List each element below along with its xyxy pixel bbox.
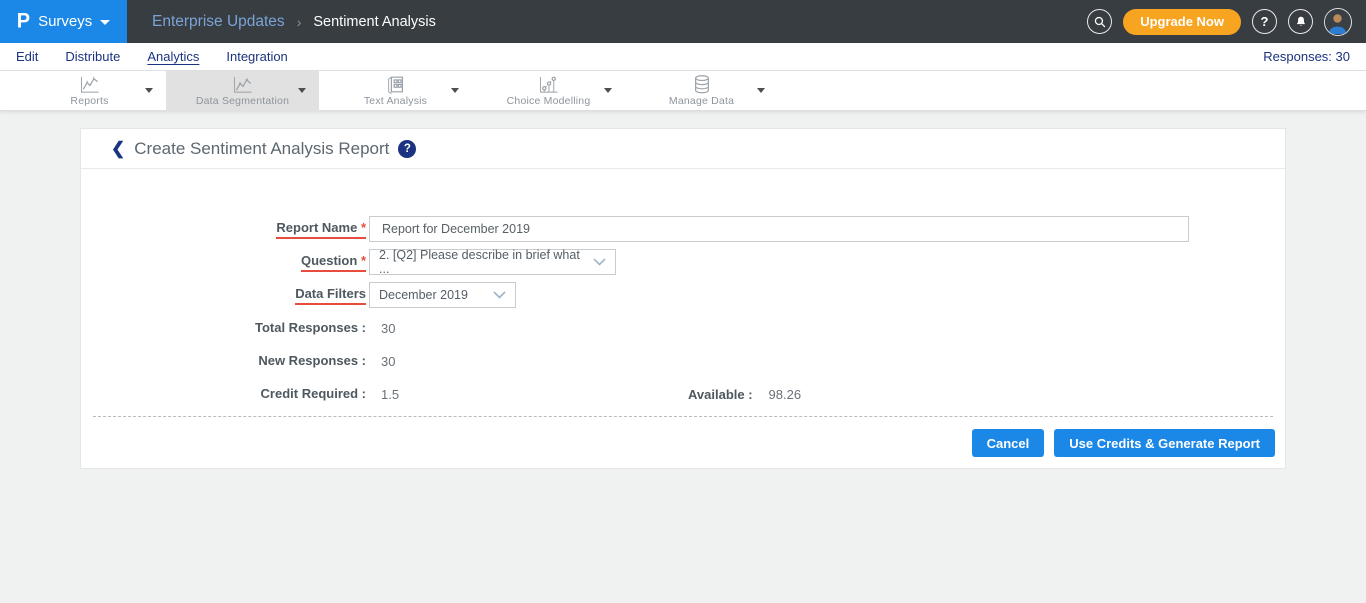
- question-label: Question *: [301, 253, 366, 272]
- chevron-down-icon: [493, 291, 506, 299]
- credit-required-value: 1.5: [381, 387, 688, 402]
- toolbar-item-label: Choice Modelling: [507, 95, 591, 107]
- toolbar-item-label: Data Segmentation: [196, 95, 289, 107]
- nav-item-distribute[interactable]: Distribute: [65, 49, 120, 64]
- create-report-panel: ❮ Create Sentiment Analysis Report ? Rep…: [80, 128, 1286, 469]
- question-select[interactable]: 2. [Q2] Please describe in brief what ..…: [369, 249, 616, 275]
- chevron-down-icon: [100, 20, 110, 25]
- topbar-actions: Upgrade Now ?: [1087, 8, 1366, 36]
- toolbar-item-reports[interactable]: Reports: [13, 71, 166, 111]
- toolbar-item-label: Reports: [70, 95, 108, 107]
- report-name-label: Report Name *: [276, 220, 366, 239]
- toolbar-item-label: Text Analysis: [364, 95, 427, 107]
- nav-item-analytics[interactable]: Analytics: [147, 49, 199, 64]
- panel-header: ❮ Create Sentiment Analysis Report ?: [81, 129, 1285, 169]
- credit-required-label: Credit Required :: [261, 386, 366, 401]
- breadcrumb: Enterprise Updates › Sentiment Analysis: [152, 13, 436, 31]
- report-form: Report Name * Question * 2. [Q2] Please …: [81, 169, 1285, 407]
- report-name-row: Report Name *: [81, 216, 1285, 242]
- question-help-icon[interactable]: ?: [398, 140, 416, 158]
- available-label: Available :: [688, 387, 753, 402]
- toolbar-item-manage-data[interactable]: Manage Data: [625, 71, 778, 111]
- survey-nav: Edit Distribute Analytics Integration Re…: [0, 43, 1366, 71]
- breadcrumb-parent[interactable]: Enterprise Updates: [152, 13, 285, 31]
- scatter-chart-icon: [231, 75, 255, 94]
- generate-report-button[interactable]: Use Credits & Generate Report: [1054, 429, 1275, 457]
- data-filters-row: Data Filters December 2019: [81, 282, 1285, 308]
- question-selected-value: 2. [Q2] Please describe in brief what ..…: [379, 248, 593, 276]
- total-responses-value: 30: [381, 321, 395, 336]
- help-button[interactable]: ?: [1252, 9, 1277, 34]
- analytics-toolbar: Reports Data Segmentation Text Analysis: [0, 71, 1366, 111]
- available-value: 98.26: [769, 387, 802, 402]
- bell-icon: [1294, 15, 1308, 29]
- new-responses-row: New Responses : 30: [81, 348, 1285, 374]
- search-icon: [1093, 15, 1107, 29]
- brand-logo: P: [17, 9, 30, 33]
- nav-item-integration[interactable]: Integration: [226, 49, 287, 64]
- toolbar-item-data-segmentation[interactable]: Data Segmentation: [166, 71, 319, 111]
- product-name: Surveys: [38, 13, 92, 30]
- database-icon: [691, 75, 713, 94]
- toolbar-item-text-analysis[interactable]: Text Analysis: [319, 71, 472, 111]
- data-filters-label: Data Filters: [295, 286, 366, 305]
- toolbar-item-choice-modelling[interactable]: Choice Modelling: [472, 71, 625, 111]
- line-chart-icon: [78, 75, 102, 94]
- data-filters-selected-value: December 2019: [379, 288, 468, 302]
- question-row: Question * 2. [Q2] Please describe in br…: [81, 249, 1285, 275]
- surveys-menu[interactable]: P Surveys: [0, 0, 127, 43]
- cancel-button[interactable]: Cancel: [972, 429, 1045, 457]
- required-asterisk: *: [361, 220, 366, 235]
- total-responses-label: Total Responses :: [255, 320, 366, 335]
- caret-down-icon[interactable]: [604, 88, 612, 93]
- avatar-image: [1325, 9, 1350, 34]
- panel-footer: Cancel Use Credits & Generate Report: [81, 417, 1285, 468]
- nav-item-edit[interactable]: Edit: [16, 49, 38, 64]
- caret-down-icon[interactable]: [298, 88, 306, 93]
- new-responses-label: New Responses :: [258, 353, 366, 368]
- caret-down-icon[interactable]: [145, 88, 153, 93]
- document-grid-icon: [385, 75, 407, 94]
- page-title: Create Sentiment Analysis Report: [134, 139, 389, 159]
- top-bar: P Surveys Enterprise Updates › Sentiment…: [0, 0, 1366, 43]
- data-filters-select[interactable]: December 2019: [369, 282, 516, 308]
- responses-count[interactable]: Responses: 30: [1263, 49, 1350, 64]
- required-asterisk: *: [361, 253, 366, 268]
- new-responses-value: 30: [381, 354, 395, 369]
- search-button[interactable]: [1087, 9, 1112, 34]
- help-icon: ?: [1261, 14, 1269, 29]
- breadcrumb-current: Sentiment Analysis: [313, 14, 436, 30]
- chevron-down-icon: [593, 258, 606, 266]
- upgrade-now-button[interactable]: Upgrade Now: [1123, 9, 1241, 35]
- dot-chart-icon: [537, 75, 561, 94]
- report-name-input[interactable]: [369, 216, 1189, 242]
- caret-down-icon[interactable]: [451, 88, 459, 93]
- back-chevron-icon[interactable]: ❮: [111, 140, 125, 157]
- credit-required-row: Credit Required : 1.5 Available : 98.26: [81, 381, 1285, 407]
- notifications-button[interactable]: [1288, 9, 1313, 34]
- avatar[interactable]: [1324, 8, 1352, 36]
- breadcrumb-separator: ›: [297, 14, 302, 30]
- toolbar-item-label: Manage Data: [669, 95, 734, 107]
- caret-down-icon[interactable]: [757, 88, 765, 93]
- total-responses-row: Total Responses : 30: [81, 315, 1285, 341]
